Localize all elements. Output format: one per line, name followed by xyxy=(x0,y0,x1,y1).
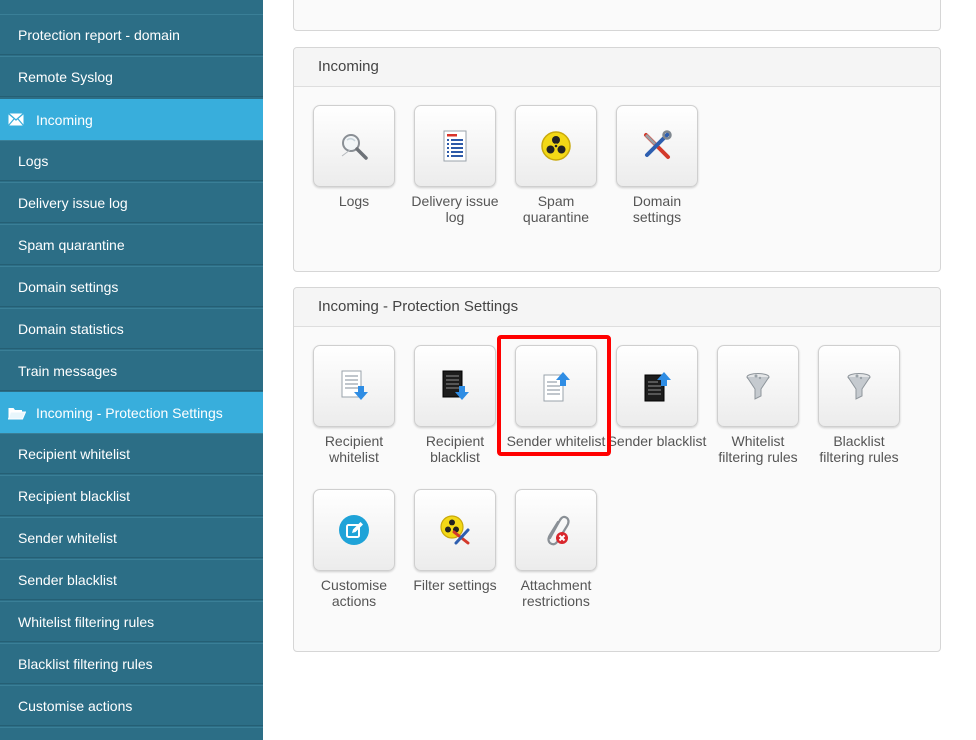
tile-logs[interactable]: Logs xyxy=(304,105,404,209)
sidebar-item-protection-report-domain[interactable]: Protection report - domain xyxy=(0,14,263,55)
sidebar: Protection report - domain Remote Syslog… xyxy=(0,0,263,740)
tile-label: Domain settings xyxy=(632,193,682,225)
tile-attachment-restrictions[interactable]: Attachment restrictions xyxy=(506,489,606,609)
sidebar-item-domain-statistics[interactable]: Domain statistics xyxy=(0,308,263,349)
tile-label: Spam quarantine xyxy=(522,193,590,225)
tile-button[interactable] xyxy=(313,489,395,571)
tile-button[interactable] xyxy=(818,345,900,427)
tile-sender-blacklist[interactable]: Sender blacklist xyxy=(607,345,707,449)
tile-delivery-issue-log[interactable]: Delivery issue log xyxy=(405,105,505,225)
tile-button[interactable] xyxy=(515,489,597,571)
panel-previous xyxy=(293,0,941,31)
panel-title: Incoming - Protection Settings xyxy=(294,288,940,327)
sidebar-item-label: Blacklist filtering rules xyxy=(18,656,153,672)
sidebar-item-delivery-issue-log[interactable]: Delivery issue log xyxy=(0,182,263,223)
sidebar-item-label: Sender whitelist xyxy=(18,530,117,546)
sidebar-item-hidden-top[interactable] xyxy=(0,0,263,15)
tile-label: Recipient blacklist xyxy=(425,433,485,465)
tile-button[interactable] xyxy=(313,105,395,187)
sidebar-item-label: Logs xyxy=(18,153,49,169)
tile-label: Delivery issue log xyxy=(411,193,499,225)
sidebar-section-incoming[interactable]: Incoming xyxy=(0,99,263,140)
sidebar-item-label: Customise actions xyxy=(18,698,133,714)
sidebar-item-recipient-blacklist[interactable]: Recipient blacklist xyxy=(0,475,263,516)
tile-button[interactable] xyxy=(616,105,698,187)
sidebar-item-label: Sender blacklist xyxy=(18,572,117,588)
sidebar-item-blacklist-filtering-rules[interactable]: Blacklist filtering rules xyxy=(0,643,263,684)
sidebar-item-label: Incoming - Protection Settings xyxy=(36,405,223,421)
sidebar-item-label: Spam quarantine xyxy=(18,237,125,253)
tile-label: Whitelist filtering rules xyxy=(718,433,798,465)
tile-label: Logs xyxy=(338,193,370,209)
tile-filter-settings[interactable]: Filter settings xyxy=(405,489,505,593)
sidebar-item-label: Remote Syslog xyxy=(18,69,113,85)
highlight-box xyxy=(497,335,611,456)
sidebar-item-label: Recipient blacklist xyxy=(18,488,131,504)
tile-button[interactable] xyxy=(515,105,597,187)
sidebar-item-remote-syslog[interactable]: Remote Syslog xyxy=(0,56,263,97)
tile-label: Blacklist filtering rules xyxy=(819,433,899,465)
tile-label: Filter settings xyxy=(413,577,497,593)
tile-recipient-blacklist[interactable]: Recipient blacklist xyxy=(405,345,505,465)
sidebar-item-customise-actions[interactable]: Customise actions xyxy=(0,685,263,726)
sidebar-item-label: Delivery issue log xyxy=(18,195,128,211)
tile-label: Recipient whitelist xyxy=(324,433,384,465)
tile-customise-actions[interactable]: Customise actions xyxy=(304,489,404,609)
envelope-icon xyxy=(8,113,24,127)
tile-blacklist-filtering-rules[interactable]: Blacklist filtering rules xyxy=(809,345,909,465)
sidebar-item-label: Domain settings xyxy=(18,279,119,295)
sidebar-item-sender-blacklist[interactable]: Sender blacklist xyxy=(0,559,263,600)
tile-label: Attachment restrictions xyxy=(520,577,592,609)
tile-label: Sender blacklist xyxy=(607,433,707,449)
sidebar-item-domain-settings[interactable]: Domain settings xyxy=(0,266,263,307)
sidebar-item-recipient-whitelist[interactable]: Recipient whitelist xyxy=(0,433,263,474)
sidebar-item-whitelist-filtering-rules[interactable]: Whitelist filtering rules xyxy=(0,601,263,642)
tile-button[interactable] xyxy=(414,489,496,571)
tile-button[interactable] xyxy=(414,345,496,427)
tile-button[interactable] xyxy=(313,345,395,427)
sidebar-item-logs[interactable]: Logs xyxy=(0,140,263,181)
sidebar-item-sender-whitelist[interactable]: Sender whitelist xyxy=(0,517,263,558)
sidebar-item-label: Recipient whitelist xyxy=(18,446,131,462)
tile-button[interactable] xyxy=(717,345,799,427)
tile-whitelist-filtering-rules[interactable]: Whitelist filtering rules xyxy=(708,345,808,465)
sidebar-item-label: Protection report - domain xyxy=(18,27,180,43)
sidebar-item-label: Domain statistics xyxy=(18,321,124,337)
folder-open-icon xyxy=(8,406,26,420)
sidebar-section-incoming-protection-settings[interactable]: Incoming - Protection Settings xyxy=(0,392,263,433)
sidebar-item-label: Whitelist filtering rules xyxy=(18,614,155,630)
tile-label: Customise actions xyxy=(320,577,388,609)
tile-spam-quarantine[interactable]: Spam quarantine xyxy=(506,105,606,225)
sidebar-item-train-messages[interactable]: Train messages xyxy=(0,350,263,391)
tile-button[interactable] xyxy=(616,345,698,427)
sidebar-item-spam-quarantine[interactable]: Spam quarantine xyxy=(0,224,263,265)
panel-title: Incoming xyxy=(294,48,940,87)
tile-button[interactable] xyxy=(414,105,496,187)
tile-recipient-whitelist[interactable]: Recipient whitelist xyxy=(304,345,404,465)
tile-domain-settings[interactable]: Domain settings xyxy=(607,105,707,225)
panel-incoming: Incoming Logs Delivery issue log Spam qu… xyxy=(293,47,941,272)
sidebar-item-next[interactable] xyxy=(0,727,263,740)
sidebar-item-label: Train messages xyxy=(18,363,118,379)
sidebar-item-label: Incoming xyxy=(36,112,93,128)
panel-incoming-protection-settings: Incoming - Protection Settings Recipient… xyxy=(293,287,941,652)
